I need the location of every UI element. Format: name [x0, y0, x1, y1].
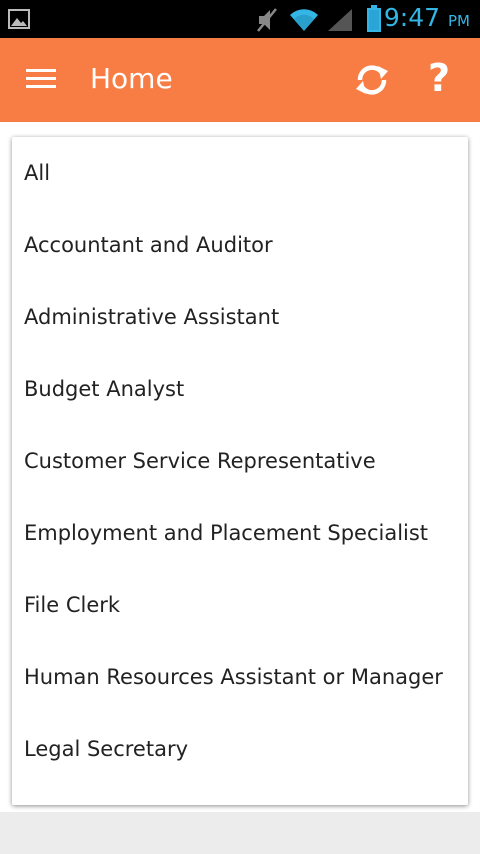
refresh-icon[interactable] [352, 61, 392, 103]
menu-icon[interactable] [26, 68, 58, 94]
dropdown-item[interactable]: Accountant and Auditor [12, 209, 468, 281]
mute-icon [255, 7, 279, 37]
dropdown-item[interactable]: Legal Secretary [12, 713, 468, 785]
dropdown-item[interactable]: All [12, 137, 468, 209]
app-bar: Home ? [0, 38, 480, 122]
status-bar: 9:47 PM [0, 0, 480, 38]
help-icon[interactable]: ? [428, 56, 450, 100]
dropdown-item[interactable]: Administrative Assistant [12, 281, 468, 353]
dropdown-item[interactable]: Human Resources Assistant or Manager [12, 641, 468, 713]
dropdown-item[interactable]: Employment and Placement Specialist [12, 497, 468, 569]
job-category-dropdown[interactable]: All Accountant and Auditor Administrativ… [12, 137, 468, 805]
dropdown-item[interactable]: Budget Analyst [12, 353, 468, 425]
dropdown-item[interactable]: File Clerk [12, 569, 468, 641]
wifi-icon [288, 7, 320, 37]
page-title: Home [90, 62, 173, 95]
image-icon [8, 9, 30, 33]
status-ampm: PM [448, 12, 470, 30]
battery-icon [366, 5, 382, 37]
content-footer-area [0, 812, 480, 854]
signal-icon [326, 7, 354, 37]
status-clock: 9:47 [383, 3, 440, 32]
dropdown-item[interactable]: Customer Service Representative [12, 425, 468, 497]
